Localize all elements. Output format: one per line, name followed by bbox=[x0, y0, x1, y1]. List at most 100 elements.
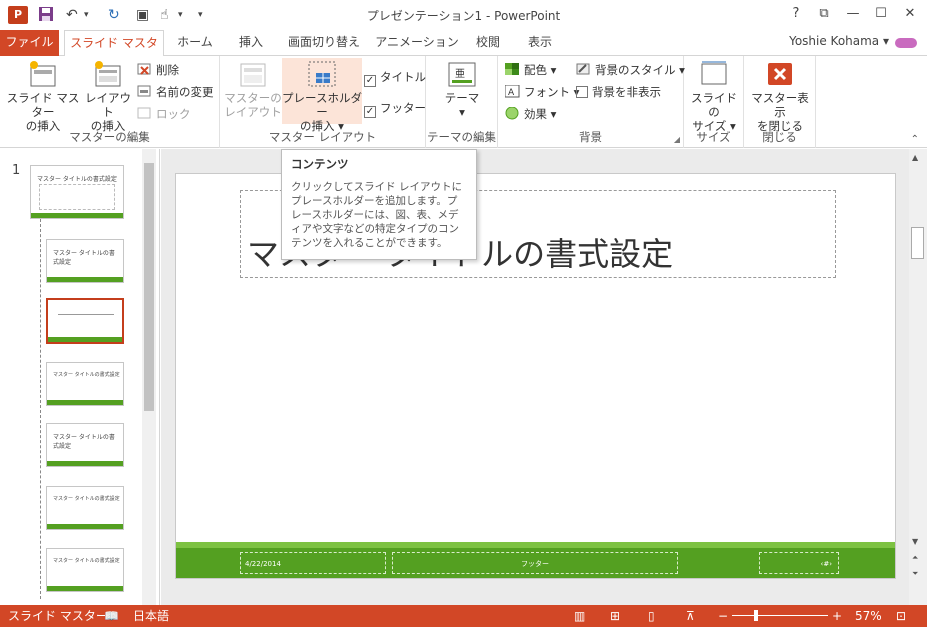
group-label-background: 背景 bbox=[579, 130, 602, 144]
normal-view-icon[interactable]: ▥ bbox=[574, 608, 585, 624]
group-label-master-layout: マスター レイアウト bbox=[268, 130, 377, 144]
tab-animations[interactable]: アニメーション bbox=[374, 30, 460, 56]
thumbnail-layout-section[interactable]: マスター タイトルの書式設定 bbox=[46, 423, 124, 467]
thumbnail-layout-selected[interactable] bbox=[46, 298, 124, 344]
fit-to-window-icon[interactable]: ⊡ bbox=[896, 608, 906, 624]
group-background: 配色 ▾ A フォント ▾ 効果 ▾ 背景のスタイル ▾ 背景を非表示 背景 ◢ bbox=[498, 56, 685, 148]
zoom-out-button[interactable]: − bbox=[718, 608, 728, 624]
date-placeholder[interactable]: 4/22/2014 bbox=[240, 552, 386, 574]
zoom-slider-thumb[interactable] bbox=[754, 610, 758, 621]
footer-checkbox[interactable]: ✓ フッター bbox=[364, 99, 426, 118]
close-button[interactable]: ✕ bbox=[899, 4, 921, 24]
effects-icon bbox=[505, 106, 520, 120]
master-layout-button[interactable]: マスターの レイアウト bbox=[224, 60, 282, 119]
slide-size-button[interactable]: スライドの サイズ ▾ bbox=[688, 60, 740, 133]
zoom-slider[interactable] bbox=[732, 615, 828, 616]
tooltip-body: クリックしてスライド レイアウトにプレースホルダーを追加します。プレースホルダー… bbox=[291, 181, 463, 249]
checkmark-icon: ✓ bbox=[364, 75, 376, 87]
status-bar: スライド マスター 📖 日本語 ▥ ⊞ ▯ ⊼ − + 57% ⊡ bbox=[0, 605, 927, 627]
tab-transitions[interactable]: 画面切り替え bbox=[282, 30, 366, 56]
checkmark-icon: ✓ bbox=[364, 106, 376, 118]
scroll-down-icon: ▼ bbox=[912, 537, 919, 546]
svg-text:A: A bbox=[508, 88, 515, 98]
language-indicator[interactable]: 日本語 bbox=[133, 608, 169, 624]
insert-placeholder-button[interactable]: プレースホルダー の挿入 ▾ bbox=[282, 58, 362, 133]
slideshow-icon[interactable]: ⊼ bbox=[686, 608, 695, 624]
tab-file[interactable]: ファイル bbox=[0, 30, 59, 56]
colors-button[interactable]: 配色 ▾ bbox=[505, 61, 556, 79]
colors-icon bbox=[505, 63, 520, 76]
insert-layout-button[interactable]: レイアウト の挿入 bbox=[82, 60, 134, 133]
ribbon: スライド マスター の挿入 レイアウト の挿入 削除 名前の変更 ロック マスタ… bbox=[0, 56, 927, 148]
zoom-level[interactable]: 57% bbox=[855, 608, 882, 624]
thumbnail-master[interactable]: マスター タイトルの書式設定 bbox=[30, 165, 124, 219]
ribbon-display-button[interactable]: ⧉ bbox=[813, 4, 835, 24]
group-size: スライドの サイズ ▾ サイズ bbox=[684, 56, 744, 148]
slide-size-icon bbox=[699, 60, 729, 88]
insert-layout-icon bbox=[93, 60, 123, 88]
thumbnail-scrollbar[interactable] bbox=[142, 149, 156, 605]
group-edit-master: スライド マスター の挿入 レイアウト の挿入 削除 名前の変更 ロック マスタ… bbox=[0, 56, 220, 148]
effects-button[interactable]: 効果 ▾ bbox=[505, 105, 556, 123]
ribbon-tabs: ファイル スライド マスター ホーム 挿入 画面切り替え アニメーション 校閲 … bbox=[0, 30, 927, 75]
tab-insert[interactable]: 挿入 bbox=[226, 30, 276, 56]
slide-number-placeholder[interactable]: ‹#› bbox=[759, 552, 839, 574]
hide-background-checkbox[interactable]: 背景を非表示 bbox=[576, 83, 661, 101]
placeholder-tooltip: コンテンツ クリックしてスライド レイアウトにプレースホルダーを追加します。プレ… bbox=[281, 149, 477, 260]
group-label-size: サイズ bbox=[696, 130, 731, 144]
insert-placeholder-icon bbox=[307, 60, 337, 88]
next-slide-icon: ⏷ bbox=[912, 569, 919, 578]
user-avatar[interactable] bbox=[895, 38, 917, 48]
slide-number: 1 bbox=[12, 163, 21, 178]
collapse-ribbon-icon[interactable]: ⌃ bbox=[911, 134, 919, 145]
fonts-button[interactable]: A フォント ▾ bbox=[504, 83, 579, 101]
tab-view[interactable]: 表示 bbox=[518, 30, 562, 56]
thumbnail-layout-comparison[interactable]: マスター タイトルの書式設定 bbox=[46, 548, 124, 592]
checkbox-empty-icon bbox=[576, 86, 588, 98]
canvas-scrollbar[interactable]: ▲ ▼ ⏶ ⏷ bbox=[909, 149, 927, 605]
user-name[interactable]: Yoshie Kohama ▾ bbox=[789, 34, 889, 48]
tooltip-title: コンテンツ bbox=[291, 157, 349, 171]
title-checkbox[interactable]: ✓ タイトル bbox=[364, 68, 426, 87]
lock-button[interactable]: ロック bbox=[137, 105, 191, 123]
thumbnail-layout-content[interactable]: マスター タイトルの書式設定 bbox=[46, 362, 124, 406]
thumbnail-connector bbox=[40, 219, 41, 599]
thumbnail-layout-two-content[interactable]: マスター タイトルの書式設定 bbox=[46, 486, 124, 530]
zoom-in-button[interactable]: + bbox=[832, 608, 842, 624]
thumbnail-layout-title[interactable]: マスター タイトルの書式設定 bbox=[46, 239, 124, 283]
maximize-button[interactable]: ☐ bbox=[870, 4, 892, 24]
delete-button[interactable]: 削除 bbox=[137, 61, 179, 79]
close-master-view-button[interactable]: マスター表示 を閉じる bbox=[746, 60, 814, 133]
svg-text:亜: 亜 bbox=[455, 69, 465, 80]
themes-button[interactable]: 亜 テーマ ▾ bbox=[436, 60, 488, 119]
dialog-launcher-icon[interactable]: ◢ bbox=[674, 135, 680, 144]
master-layout-icon bbox=[238, 60, 268, 88]
fonts-icon: A bbox=[504, 84, 520, 98]
title-bar: P ↶ ▾ ↻ ▣ ☝ ▾ ▾ プレゼンテーション1 - PowerPoint … bbox=[0, 0, 927, 30]
background-styles-button[interactable]: 背景のスタイル ▾ bbox=[576, 61, 685, 79]
group-label-edit-master: マスターの編集 bbox=[69, 130, 150, 144]
tab-home[interactable]: ホーム bbox=[170, 30, 220, 56]
group-label-close: 閉じる bbox=[762, 130, 797, 144]
footer-placeholder[interactable]: フッター bbox=[392, 552, 678, 574]
thumbnail-pane: 1 マスター タイトルの書式設定 マスター タイトルの書式設定 マスター タイト… bbox=[0, 149, 160, 605]
previous-slide-icon: ⏶ bbox=[912, 553, 919, 562]
tab-review[interactable]: 校閲 bbox=[466, 30, 510, 56]
spelling-icon[interactable]: 📖 bbox=[104, 608, 119, 624]
scroll-up-icon: ▲ bbox=[912, 153, 919, 162]
footer-band: 4/22/2014 フッター ‹#› bbox=[176, 542, 895, 578]
group-master-layout: マスターの レイアウト プレースホルダー の挿入 ▾ ✓ タイトル ✓ フッター マ… bbox=[220, 56, 426, 148]
tab-slide-master[interactable]: スライド マスター bbox=[64, 30, 164, 75]
help-button[interactable]: ? bbox=[785, 4, 807, 24]
group-edit-theme: 亜 テーマ ▾ テーマの編集 bbox=[426, 56, 498, 148]
insert-slide-master-button[interactable]: スライド マスター の挿入 bbox=[4, 60, 82, 133]
insert-slide-master-icon bbox=[28, 60, 58, 88]
minimize-button[interactable]: — bbox=[842, 4, 864, 24]
view-indicator: スライド マスター bbox=[8, 609, 108, 623]
slide-sorter-icon[interactable]: ⊞ bbox=[610, 608, 620, 624]
rename-button[interactable]: 名前の変更 bbox=[137, 83, 214, 101]
reading-view-icon[interactable]: ▯ bbox=[648, 608, 655, 624]
group-label-edit-theme: テーマの編集 bbox=[427, 130, 496, 144]
group-close: マスター表示 を閉じる 閉じる bbox=[744, 56, 816, 148]
themes-icon: 亜 bbox=[447, 60, 477, 88]
